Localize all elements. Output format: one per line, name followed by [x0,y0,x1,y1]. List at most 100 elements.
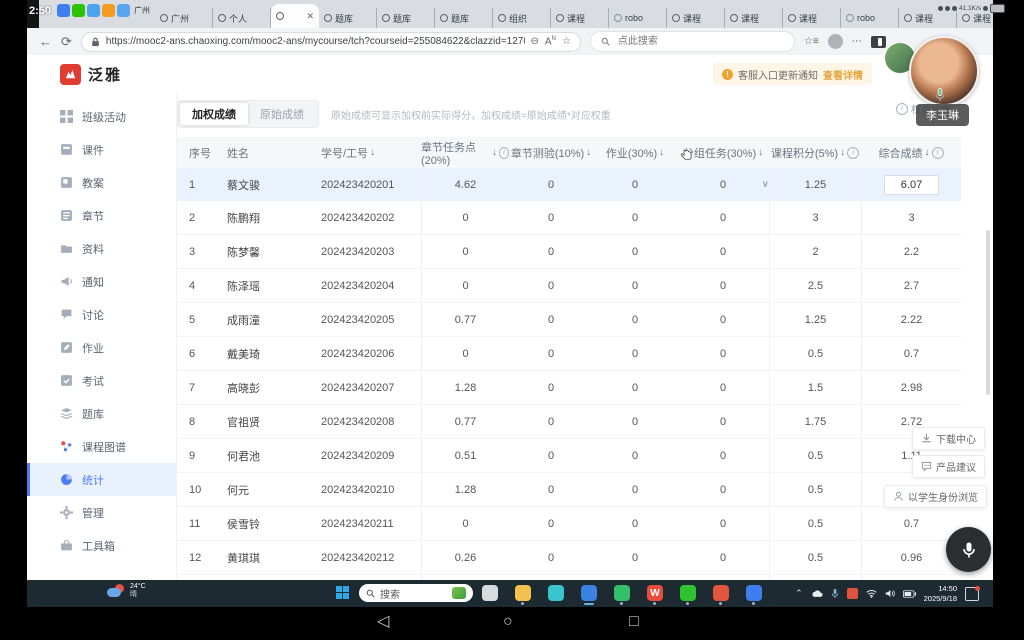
notice-detail-link[interactable]: 查看详情 [823,67,863,82]
browser-tab[interactable]: 组织 [493,8,551,28]
sidebar-item-班级活动[interactable]: 班级活动 [27,100,176,133]
browser-tab[interactable]: 题库 [319,8,377,28]
column-header[interactable]: 学号/工号↓ [313,137,421,168]
cloud-icon[interactable] [811,589,823,598]
taskbar-clock[interactable]: 14:50 2025/9/18 [924,584,957,603]
column-header[interactable]: 章节任务点(20%)↓i [421,137,509,168]
meeting-icon[interactable] [713,585,729,601]
address-bar[interactable]: https://mooc2-ans.chaoxing.com/mooc2-ans… [81,32,581,52]
floating-button-产品建议[interactable]: 产品建议 [912,455,985,478]
chevron-down-icon[interactable]: ∨ [762,179,769,190]
nav-recents-button[interactable]: □ [629,614,639,630]
info-icon[interactable]: i [847,147,859,159]
sidebar-item-工具箱[interactable]: 工具箱 [27,529,176,562]
search-input[interactable] [616,35,740,48]
taskbar-search-box[interactable]: 搜索 [359,584,473,602]
table-row[interactable]: 2陈鹏翔202423420202000033 [177,201,961,235]
sort-icon[interactable]: ↓ [370,147,375,158]
column-header[interactable]: 综合成绩↓i [861,137,961,168]
tray-expand-icon[interactable]: ⌃ [795,588,803,599]
table-row[interactable]: 5成雨潼2024234202050.770001.252.22 [177,303,961,337]
fanya-logo[interactable]: 泛雅 [60,64,122,85]
floating-button-以学生身份浏览[interactable]: 以学生身份浏览 [884,485,987,508]
info-icon[interactable]: i [932,147,944,159]
browser-profile-avatar[interactable] [828,34,843,49]
browser-tab[interactable]: 广州 [155,8,213,28]
netdisk-icon[interactable] [614,585,630,601]
sidebar-item-章节[interactable]: 章节 [27,199,176,232]
favorites-list-icon[interactable]: ☆≡ [804,36,819,47]
browser-tab-active[interactable]: ✕ [271,4,319,28]
taskbar-weather-widget[interactable]: 24°C 晴 [107,583,146,600]
sidebar-item-管理[interactable]: 管理 [27,496,176,529]
file-explorer-icon[interactable] [515,585,531,601]
favorite-star-icon[interactable]: ☆ [562,36,571,47]
mic-tray-icon[interactable] [831,588,839,599]
browser-tab[interactable]: 题库 [435,8,493,28]
browser-tab[interactable]: 课程 [783,8,841,28]
table-row[interactable]: 12黄琪琪2024234202120.260000.50.96 [177,541,961,575]
column-header[interactable]: 课程积分(5%)↓i [769,137,861,168]
sort-icon[interactable]: ↓ [840,147,845,158]
table-row[interactable]: 3陈梦馨202423420203000022.2 [177,235,961,269]
wifi-icon[interactable] [866,589,877,598]
table-row[interactable]: 7高晓彭2024234202071.280001.52.98 [177,371,961,405]
sidebar-item-教案[interactable]: 教案 [27,166,176,199]
tab-close-icon[interactable]: ✕ [306,11,314,22]
browser-tab[interactable]: 课程 [725,8,783,28]
refresh-icon[interactable]: ⟳ [61,35,72,48]
task-view-icon[interactable] [482,585,498,601]
sort-icon[interactable]: ↓ [758,147,763,158]
table-row[interactable]: 9何君池2024234202090.510000.51.11 [177,439,961,473]
split-screen-icon[interactable] [871,36,886,48]
cloud-class-icon[interactable] [746,585,762,601]
floating-mic-button[interactable] [946,527,991,572]
tab-raw-score[interactable]: 原始成绩 [248,103,316,125]
sidebar-item-统计[interactable]: 统计 [27,463,176,496]
browser-tab[interactable]: robo [841,8,899,28]
edge-icon[interactable] [581,585,597,601]
sidebar-item-作业[interactable]: 作业 [27,331,176,364]
windows-start-button[interactable] [336,586,350,600]
more-menu-icon[interactable]: ⋯ [852,36,862,47]
info-icon[interactable]: i [499,147,509,159]
column-header[interactable]: 章节测验(10%)↓ [509,137,593,168]
total-score-box[interactable]: 6.07 [884,175,939,195]
sidebar-item-课程图谱[interactable]: 课程图谱 [27,430,176,463]
nav-home-button[interactable]: ○ [503,614,513,630]
back-icon[interactable]: ← [39,35,52,48]
tab-weighted-score[interactable]: 加权成绩 [180,103,248,125]
sidebar-item-考试[interactable]: 考试 [27,364,176,397]
page-scrollbar[interactable] [986,230,990,395]
browser-tab[interactable]: 题库 [377,8,435,28]
table-row[interactable]: 11侯雪铃20242342021100000.50.7 [177,507,961,541]
nav-back-button[interactable]: ◁ [377,614,389,630]
sort-icon[interactable]: ↓ [492,147,497,158]
sidebar-item-题库[interactable]: 题库 [27,397,176,430]
browser-tab[interactable]: 课程 [667,8,725,28]
table-row[interactable]: 6戴美琦20242342020600000.50.7 [177,337,961,371]
browser-tab[interactable]: 个人 [213,8,271,28]
sidebar-item-资料[interactable]: 资料 [27,232,176,265]
quark-browser-icon[interactable] [548,585,564,601]
notification-center-icon[interactable] [965,587,979,601]
sort-icon[interactable]: ↓ [586,147,591,158]
table-row[interactable]: 4陈泽瑶20242342020400002.52.7 [177,269,961,303]
volume-icon[interactable] [885,589,895,598]
sort-icon[interactable]: ↓ [925,147,930,158]
browser-search-box[interactable] [590,31,795,52]
table-row[interactable]: 1蔡文骏2024234202014.62000∨1.256.07 [177,168,961,201]
zoom-out-icon[interactable]: ⊖ [531,36,539,47]
browser-tab[interactable]: robo [609,8,667,28]
column-header[interactable]: 作业(30%)↓ [593,137,677,168]
tray-app-icon[interactable] [847,588,858,599]
sort-icon[interactable]: ↓ [659,147,664,158]
read-aloud-icon[interactable]: AN [545,36,556,47]
battery-icon[interactable] [903,590,916,598]
sidebar-item-通知[interactable]: 通知 [27,265,176,298]
wechat-icon[interactable] [680,585,696,601]
table-row[interactable]: 10何元2024234202101.280000.51.98 [177,473,961,507]
table-row[interactable]: 8官祖贤2024234202080.770001.752.72 [177,405,961,439]
sidebar-item-课件[interactable]: 课件 [27,133,176,166]
floating-button-下载中心[interactable]: 下载中心 [912,427,985,450]
